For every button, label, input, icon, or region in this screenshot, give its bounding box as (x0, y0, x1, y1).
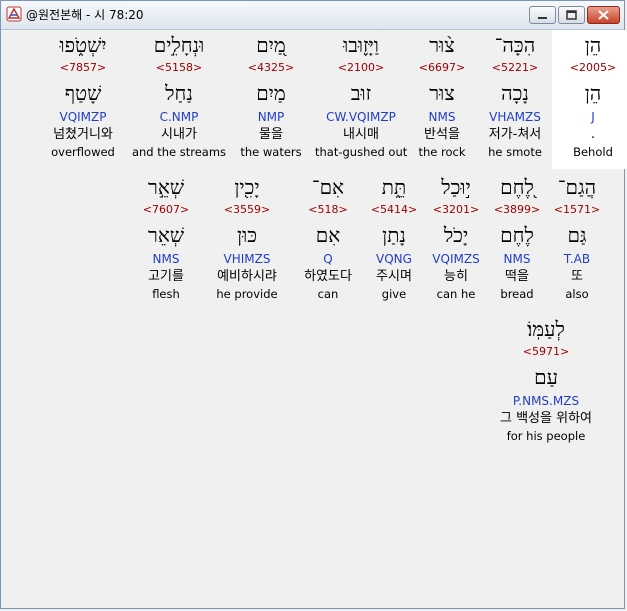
grammar-code: P.NMS.MZS (512, 394, 580, 408)
strong-number: <4325> (247, 61, 295, 74)
hebrew-word: וּנְחָלִ֣ים (153, 33, 205, 57)
korean-gloss: 예비하시랴 (217, 269, 277, 284)
strong-number: <5221> (491, 61, 539, 74)
word-card[interactable]: וַיָּז֪וּבוּ <2100> זוּב CW.VQIMZP 내시매 t… (315, 30, 407, 160)
strong-number: <2005> (569, 61, 617, 74)
english-gloss: he provide (216, 287, 278, 301)
word-card[interactable]: לְעַמּֽוֹ׃ <5971> עַם P.NMS.MZS 그 백성을 위하… (481, 314, 611, 444)
english-gloss: and the streams (131, 145, 227, 159)
korean-gloss: 반석을 (424, 127, 460, 142)
word-card[interactable]: אִם־ <518> אִם Q 하였도다 can (287, 172, 369, 302)
hebrew-lemma: נָכָה (501, 81, 529, 105)
hebrew-word: מַ֭יִם (256, 33, 286, 57)
hebrew-lemma: זוּב (350, 81, 372, 105)
english-gloss: the waters (240, 145, 302, 159)
grammar-code: CW.VQIMZP (326, 110, 396, 124)
hebrew-lemma: כּוּן (237, 223, 257, 247)
english-gloss: that-gushed out (315, 145, 408, 159)
word-card[interactable]: מַ֭יִם <4325> מַיִם NMP 물을 the waters (230, 30, 312, 160)
strong-number: <5971> (522, 345, 570, 358)
hebrew-word: צ֨וּר (429, 33, 455, 57)
korean-gloss: 내시매 (343, 127, 379, 142)
strong-number: <7857> (59, 61, 107, 74)
english-gloss: overflowed (51, 145, 115, 159)
english-gloss: for his people (506, 429, 586, 443)
grammar-code: NMS (428, 110, 456, 124)
hebrew-word: יָכִ֖ין (234, 175, 260, 199)
hebrew-word: יִשְׁטֹ֑פוּ (59, 33, 107, 57)
title-bar[interactable]: @원전본해 - 시 78:20 (1, 1, 624, 30)
app-icon[interactable] (6, 6, 22, 22)
hebrew-lemma: שְׁאֵר (148, 223, 184, 247)
hebrew-word: לְעַמּֽוֹ׃ (527, 317, 565, 341)
strong-number: <5158> (155, 61, 203, 74)
hebrew-lemma: אִם (315, 223, 341, 247)
hebrew-word: הֵן (584, 33, 602, 57)
korean-gloss: 물을 (259, 127, 283, 142)
app-window: @원전본해 - 시 78:20 הֵן <2005> הֵן J . Behol… (0, 0, 627, 609)
close-button[interactable] (587, 6, 620, 24)
hebrew-word: אִם־ (311, 175, 345, 199)
minimize-icon (538, 17, 547, 19)
hebrew-lemma: הֵן (584, 81, 602, 105)
english-gloss: Behold (573, 145, 613, 159)
hebrew-lemma: שָׁטַף (64, 81, 102, 105)
strong-number: <3559> (223, 203, 271, 216)
grammar-code: J (591, 110, 595, 124)
grammar-code: VHIMZS (223, 252, 271, 266)
word-card[interactable]: יִשְׁטֹ֑פוּ <7857> שָׁטַף VQIMZP 넘쳤거니와 o… (42, 30, 124, 160)
korean-gloss: 저가-쳐서 (488, 127, 542, 142)
hebrew-word: וַיָּז֪וּבוּ (343, 33, 379, 57)
hebrew-lemma: מַיִם (256, 81, 286, 105)
strong-number: <2100> (337, 61, 385, 74)
grammar-code: Q (323, 252, 333, 266)
word-card[interactable]: הֵן <2005> הֵן J . Behold (552, 30, 627, 169)
english-gloss: can (317, 287, 339, 301)
window-title: @원전본해 - 시 78:20 (26, 8, 144, 22)
grammar-code: VQIMZP (59, 110, 107, 124)
grammar-code: NMP (257, 110, 285, 124)
close-icon (598, 10, 609, 20)
grammar-code: NMS (152, 252, 180, 266)
english-gloss: flesh (152, 287, 180, 301)
word-card[interactable]: הִכָּה־ <5221> נָכָה VHAMZS 저가-쳐서 he smo… (474, 30, 556, 160)
english-gloss: the rock (418, 145, 466, 159)
strong-number: <7607> (142, 203, 190, 216)
hebrew-word: הִכָּה־ (494, 33, 536, 57)
maximize-icon (566, 10, 577, 20)
hebrew-lemma: עַם (534, 365, 558, 389)
korean-gloss: . (590, 127, 596, 142)
hebrew-lemma: צוּר (429, 81, 455, 105)
korean-gloss: 시내가 (161, 127, 197, 142)
word-card[interactable]: וּנְחָלִ֣ים <5158> נַחַל C.NMP 시내가 and t… (131, 30, 227, 160)
word-card[interactable]: צ֨וּר <6697> צוּר NMS 반석을 the rock (401, 30, 483, 160)
minimize-button[interactable] (529, 6, 556, 24)
strong-number: <6697> (418, 61, 466, 74)
hebrew-word: שְׁאֵ֣ר (148, 175, 184, 199)
english-gloss: he smote (488, 145, 542, 159)
korean-gloss: 고기를 (148, 269, 184, 284)
word-card[interactable]: שְׁאֵ֣ר <7607> שְׁאֵר NMS 고기를 flesh (125, 172, 207, 302)
word-card[interactable]: יָכִ֖ין <3559> כּוּן VHIMZS 예비하시랴 he pro… (201, 172, 293, 302)
maximize-button[interactable] (558, 6, 585, 24)
grammar-code: VHAMZS (489, 110, 541, 124)
korean-gloss: 그 백성을 위하여 (500, 411, 592, 426)
hebrew-lemma: נַחַל (165, 81, 193, 105)
interlinear-panel: הֵן <2005> הֵן J . Behold הִכָּה־ <5221>… (5, 30, 627, 606)
korean-gloss: 하였도다 (304, 269, 352, 284)
strong-number: <518> (308, 203, 348, 216)
korean-gloss: 넘쳤거니와 (53, 127, 113, 142)
grammar-code: C.NMP (159, 110, 199, 124)
